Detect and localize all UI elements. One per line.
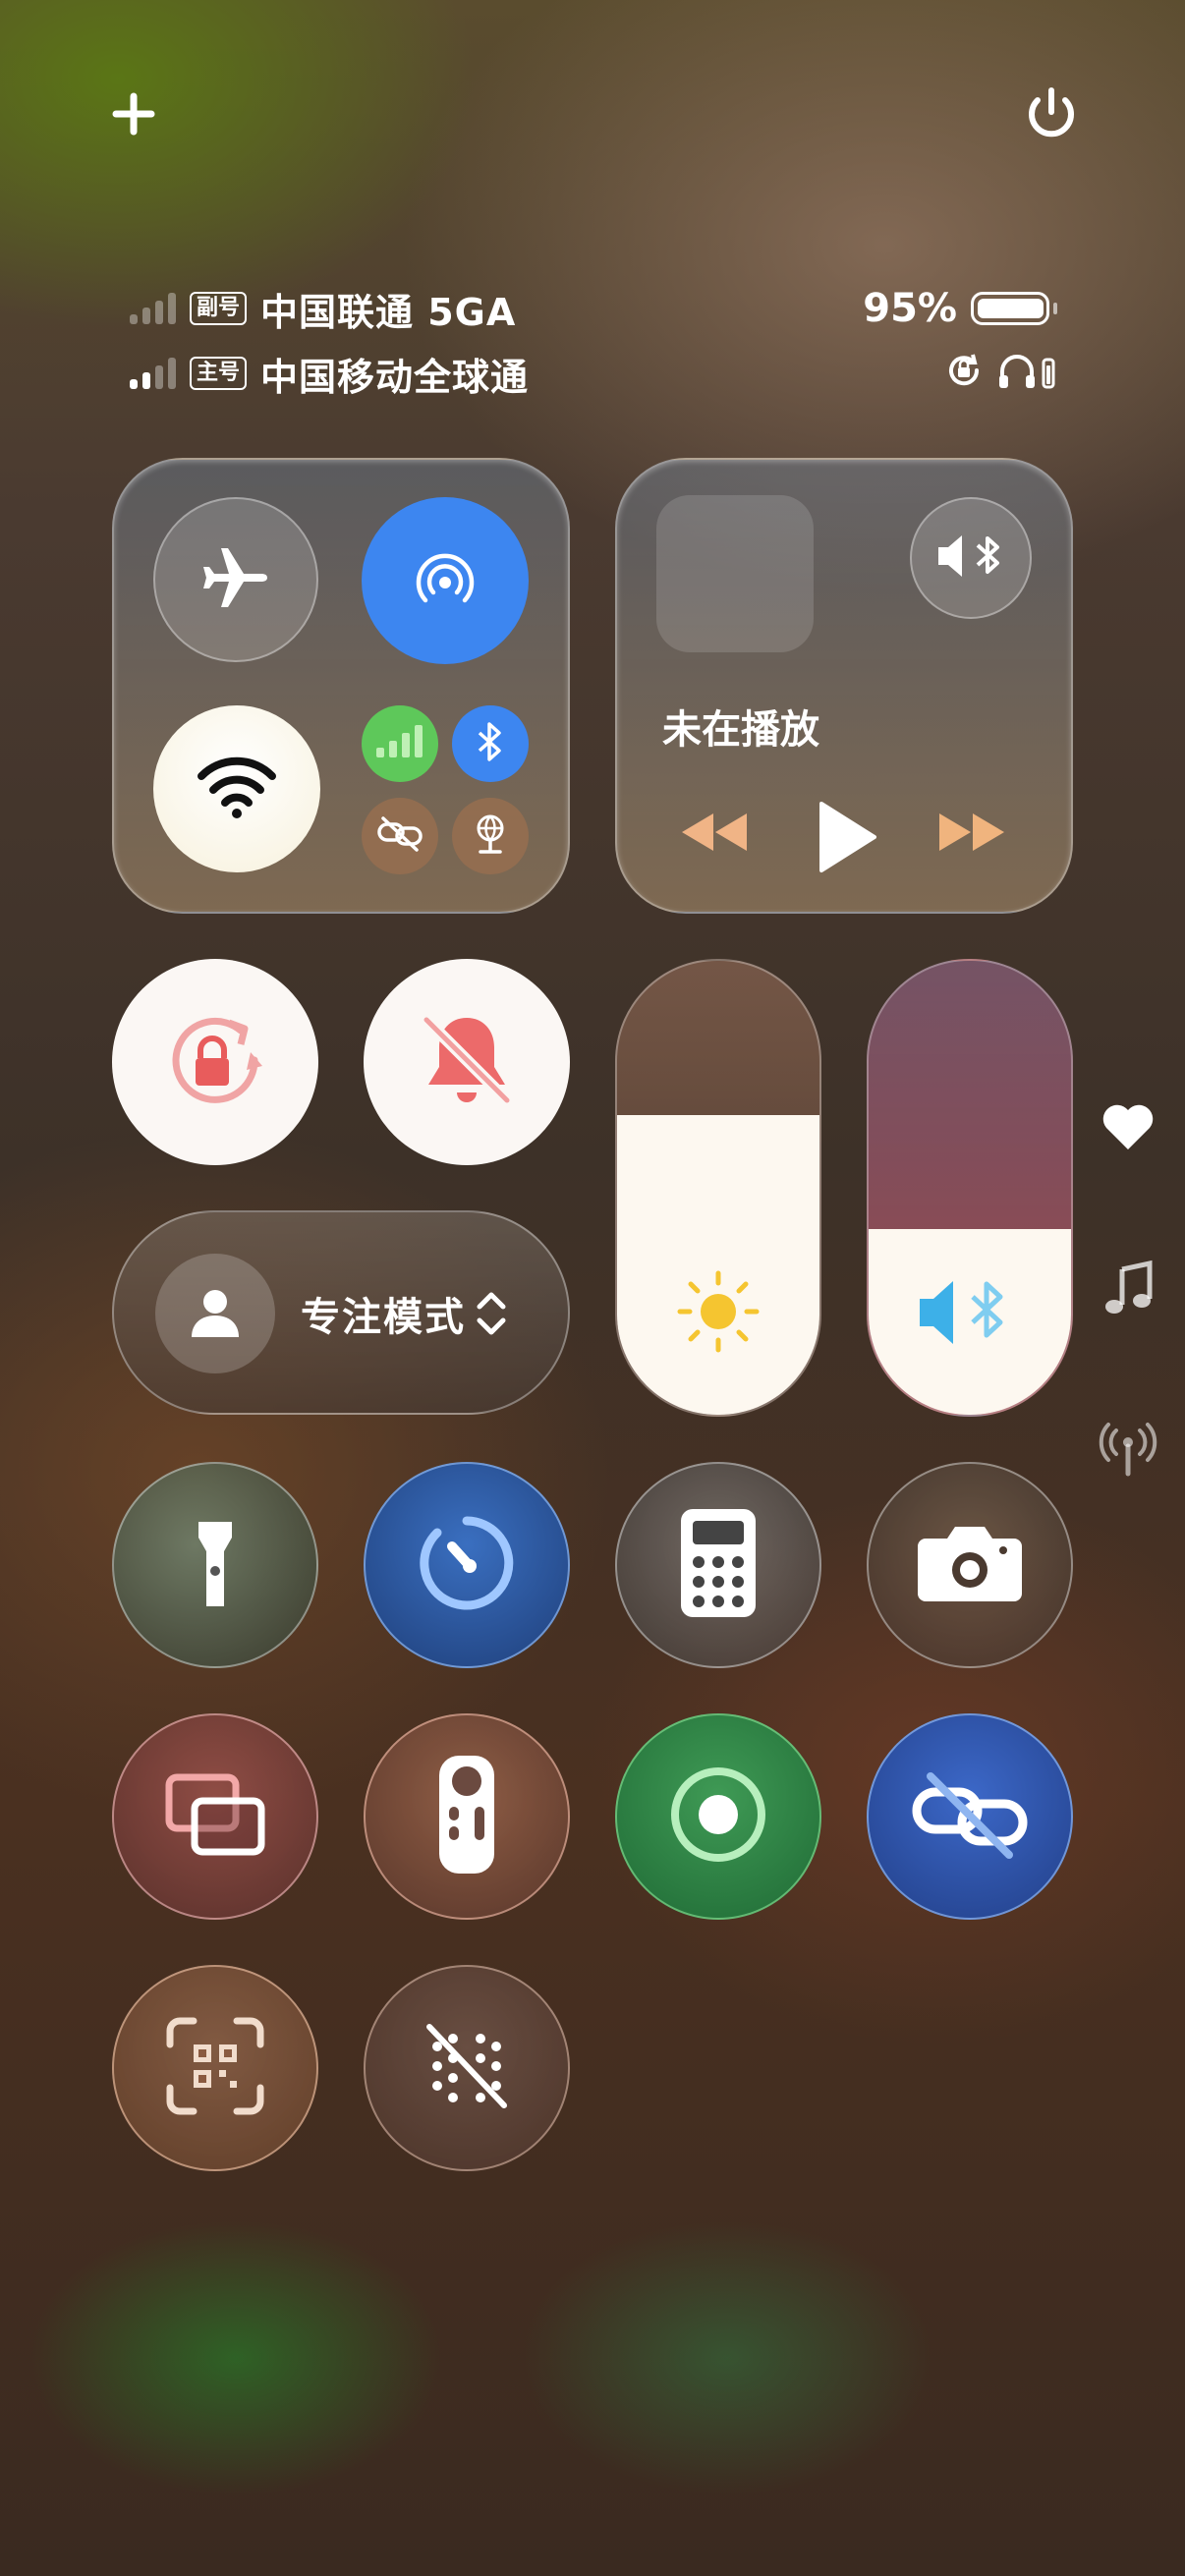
airdrop-button[interactable]	[362, 497, 529, 664]
bluetooth-button[interactable]	[452, 705, 529, 782]
rotation-lock-icon	[156, 1001, 274, 1123]
silent-mode-button[interactable]	[364, 959, 570, 1165]
battery-indicator: 95%	[863, 281, 1057, 336]
carrier-row-primary: 主号 中国移动全球通	[130, 344, 529, 403]
rotation-lock-button[interactable]	[112, 959, 318, 1165]
record-icon	[667, 1764, 769, 1870]
link-off-icon	[909, 1770, 1031, 1863]
link-toggle-button[interactable]	[362, 798, 438, 874]
signal-bars	[130, 293, 176, 324]
battery-icon	[971, 292, 1049, 325]
carrier-name: 中国移动全球通	[260, 355, 530, 399]
album-art	[656, 495, 814, 652]
globe-hotspot-icon	[469, 812, 512, 860]
focus-mode-label: 专注模式	[301, 1295, 466, 1340]
chevron-updown-icon	[476, 1291, 507, 1340]
flashlight-button[interactable]	[112, 1462, 318, 1668]
qr-scanner-button[interactable]	[112, 1965, 318, 2171]
previous-track-button[interactable]	[678, 810, 749, 859]
power-icon[interactable]	[1016, 79, 1087, 149]
antenna-icon[interactable]	[1099, 1421, 1157, 1480]
person-icon	[186, 1282, 245, 1345]
heart-icon[interactable]	[1099, 1096, 1157, 1155]
cellular-icon	[374, 724, 425, 763]
speaker-bluetooth-icon	[934, 530, 1007, 587]
sim-badge: 副号	[190, 292, 248, 325]
music-note-icon[interactable]	[1099, 1260, 1157, 1318]
headphones-battery-icon	[996, 350, 1057, 395]
dots-slash-icon	[418, 2017, 516, 2119]
screen-mirroring-button[interactable]	[112, 1713, 318, 1920]
rotation-lock-icon	[943, 350, 985, 395]
link-off-icon	[375, 814, 424, 858]
qr-code-icon	[164, 2015, 266, 2121]
focus-icon-circle	[155, 1254, 275, 1373]
next-track-button[interactable]	[937, 810, 1008, 859]
fast-forward-icon	[937, 813, 1008, 859]
timer-icon	[413, 1509, 521, 1621]
audio-output-button[interactable]	[910, 497, 1032, 619]
wifi-icon	[196, 755, 278, 823]
brightness-level	[617, 1115, 819, 1415]
wifi-button[interactable]	[153, 705, 320, 872]
flashlight-icon	[191, 1514, 240, 1616]
calculator-icon	[679, 1507, 758, 1623]
bluetooth-icon	[476, 721, 505, 766]
screen-mirroring-icon	[161, 1767, 269, 1866]
bell-slash-icon	[413, 1006, 521, 1118]
dots-off-button[interactable]	[364, 1965, 570, 2171]
carrier-row-secondary: 副号 中国联通 5GA	[130, 279, 516, 338]
camera-button[interactable]	[867, 1462, 1073, 1668]
play-icon	[814, 802, 878, 878]
airdrop-icon	[406, 539, 484, 622]
rewind-icon	[678, 813, 749, 859]
airplane-mode-button[interactable]	[153, 497, 318, 662]
play-button[interactable]	[814, 800, 878, 878]
link-button[interactable]	[867, 1713, 1073, 1920]
sim-badge: 主号	[190, 357, 248, 390]
airplane-icon	[198, 540, 273, 619]
remote-button[interactable]	[364, 1713, 570, 1920]
cellular-button[interactable]	[362, 705, 438, 782]
screen-record-button[interactable]	[615, 1713, 821, 1920]
camera-icon	[916, 1521, 1024, 1609]
signal-bars	[130, 358, 176, 389]
status-icons	[943, 344, 1057, 401]
remote-icon	[437, 1754, 496, 1879]
plus-icon[interactable]	[98, 79, 169, 149]
timer-button[interactable]	[364, 1462, 570, 1668]
speaker-bluetooth-icon	[916, 1273, 1024, 1356]
battery-percent: 95%	[863, 286, 957, 331]
hotspot-button[interactable]	[452, 798, 529, 874]
sun-icon	[674, 1267, 762, 1360]
calculator-button[interactable]	[615, 1462, 821, 1668]
carrier-name: 中国联通 5GA	[260, 290, 517, 334]
media-status: 未在播放	[662, 707, 819, 753]
